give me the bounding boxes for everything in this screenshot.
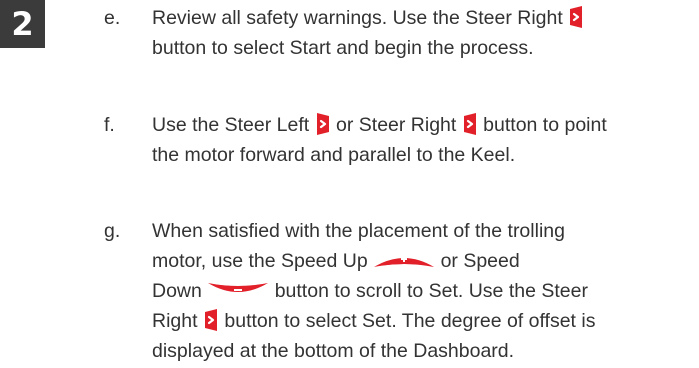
- steer-right-button-icon: [568, 5, 584, 28]
- text-segment: button to point: [483, 114, 607, 136]
- text-line: Use the Steer Left or Steer Right button…: [152, 110, 699, 140]
- text-segment: Use the Steer Left: [152, 114, 310, 136]
- text-line: Down button to scroll to Set. Use the St…: [152, 276, 699, 306]
- text-line: displayed at the bottom of the Dashboard…: [152, 340, 515, 362]
- item-text: Use the Steer Left or Steer Right button…: [152, 110, 699, 170]
- speed-down-button-icon: [207, 282, 269, 298]
- text-line: button to select Start and begin the pro…: [152, 37, 534, 59]
- item-letter: g.: [104, 220, 121, 242]
- step-number-badge: 2: [0, 0, 45, 48]
- text-line: Review all safety warnings. Use the Stee…: [152, 3, 699, 33]
- item-letter: f.: [104, 114, 115, 136]
- steer-left-button-icon: [315, 112, 331, 135]
- text-segment: button to select Set. The degree of offs…: [224, 310, 596, 332]
- steer-right-button-icon: [203, 308, 219, 331]
- text-segment: button to scroll to Set. Use the Steer: [274, 280, 588, 302]
- text-segment: Review all safety warnings. Use the Stee…: [152, 7, 563, 29]
- text-segment: Down: [152, 280, 202, 302]
- text-segment: or Speed: [440, 250, 520, 272]
- text-segment: motor, use the Speed Up: [152, 250, 368, 272]
- text-line: When satisfied with the placement of the…: [152, 220, 565, 242]
- text-line: Right button to select Set. The degree o…: [152, 306, 699, 336]
- speed-up-button-icon: [373, 252, 435, 268]
- item-text: Review all safety warnings. Use the Stee…: [152, 3, 699, 63]
- text-line: the motor forward and parallel to the Ke…: [152, 144, 516, 166]
- text-segment: or Steer Right: [336, 114, 457, 136]
- text-line: motor, use the Speed Up or Speed: [152, 246, 699, 276]
- steer-right-button-icon: [462, 112, 478, 135]
- item-letter: e.: [104, 7, 121, 29]
- text-segment: Right: [152, 310, 198, 332]
- item-text: When satisfied with the placement of the…: [152, 216, 699, 366]
